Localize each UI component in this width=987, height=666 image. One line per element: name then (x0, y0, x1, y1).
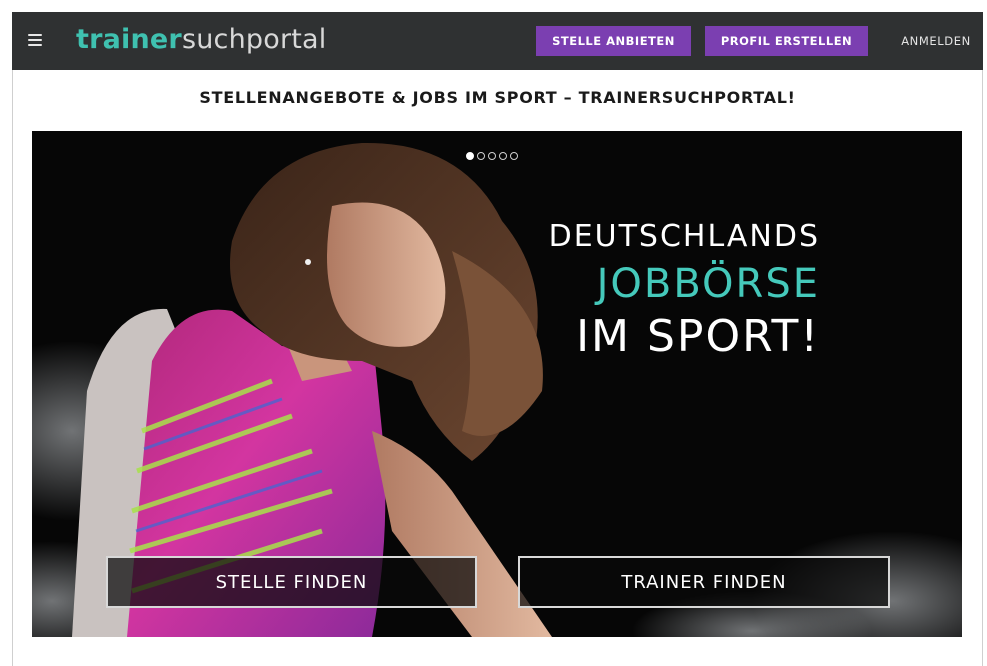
logo-text-trainer: trainer (76, 24, 182, 55)
create-profile-button[interactable]: PROFIL ERSTELLEN (705, 26, 868, 56)
hero-title-line2: JOBBÖRSE (596, 261, 820, 307)
hero-title-line3: IM SPORT! (576, 311, 820, 362)
post-job-button[interactable]: STELLE ANBIETEN (536, 26, 691, 56)
carousel-dot-2[interactable] (477, 152, 485, 160)
login-link[interactable]: ANMELDEN (878, 26, 987, 56)
site-logo[interactable]: trainersuchportal (76, 24, 326, 55)
carousel-indicators (466, 152, 518, 160)
hamburger-menu-icon[interactable] (28, 34, 42, 46)
carousel-dot-5[interactable] (510, 152, 518, 160)
hero-title-line1: DEUTSCHLANDS (548, 219, 820, 254)
logo-text-suchportal: suchportal (181, 24, 327, 55)
page-headline: STELLENANGEBOTE & JOBS IM SPORT – TRAINE… (199, 88, 796, 107)
find-trainer-button[interactable]: TRAINER FINDEN (518, 556, 890, 608)
carousel-dot-3[interactable] (488, 152, 496, 160)
carousel-dot-4[interactable] (499, 152, 507, 160)
top-navigation-bar: trainersuchportal STELLE ANBIETEN PROFIL… (12, 12, 983, 70)
find-job-button[interactable]: STELLE FINDEN (106, 556, 477, 608)
carousel-dot-1[interactable] (466, 152, 474, 160)
hero-carousel: DEUTSCHLANDS JOBBÖRSE IM SPORT! STELLE F… (32, 131, 962, 637)
